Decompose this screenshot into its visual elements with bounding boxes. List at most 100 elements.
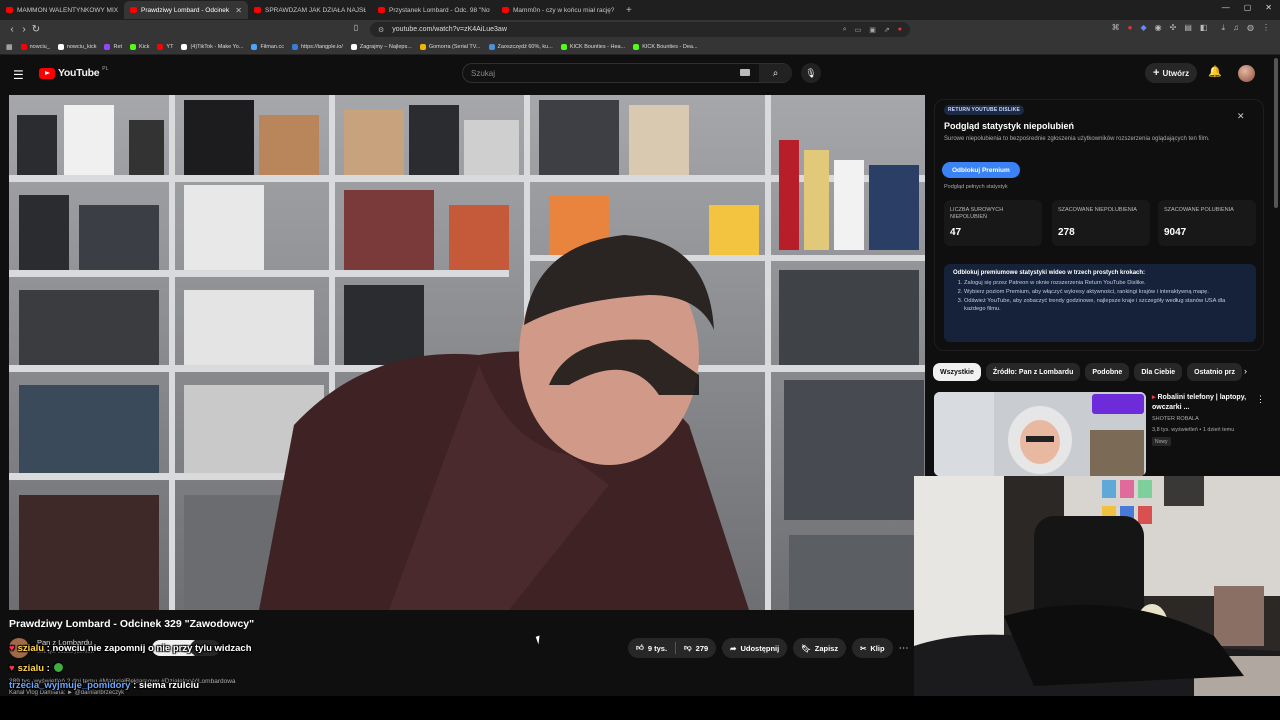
back-icon[interactable]: ‹: [6, 24, 18, 35]
extension-badge-icon[interactable]: ●: [898, 26, 902, 33]
url-text: youtube.com/watch?v=zK4AiLue3aw: [392, 26, 507, 33]
save-button[interactable]: 🔖︎ Zapisz: [793, 638, 847, 658]
extension-icon[interactable]: ●: [1128, 23, 1133, 33]
browser-tab-active[interactable]: Prawdziwy Lombard - Odcinek ✕: [124, 1, 248, 19]
chat-separator: :: [130, 680, 139, 691]
panel-title: Podgląd statystyk niepolubień: [944, 121, 1075, 131]
youtube-logo[interactable]: YouTube PL: [39, 66, 108, 79]
bookmark-item[interactable]: nowciu_kick: [57, 43, 96, 50]
recommended-channel: SHOTER ROBALA: [1152, 416, 1199, 422]
recommended-meta: 3,8 tys. wyświetleń • 1 dzień temu: [1152, 427, 1235, 433]
recommended-thumbnail[interactable]: [934, 392, 1146, 476]
search-input[interactable]: [463, 68, 733, 78]
stat-card: SZACOWANE POLUBIENIA 9047: [1158, 200, 1256, 246]
window-controls: — ▢ ✕: [1222, 3, 1272, 12]
download-icon[interactable]: ⤓: [1221, 23, 1225, 33]
bookmark-item[interactable]: nowciu_: [20, 43, 50, 50]
webcam-illustration: [914, 476, 1280, 696]
chip-recent[interactable]: Ostatnio prz: [1187, 363, 1243, 381]
streamer-webcam-overlay: [914, 476, 1280, 696]
browser-tabbar: MAMMON WALENTYNKOWY MIXTAPE Prawdziwy Lo…: [0, 0, 1280, 20]
minimize-icon[interactable]: —: [1222, 3, 1230, 12]
bookmark-item[interactable]: https://tangple.io/: [291, 43, 343, 50]
chip-for-you[interactable]: Dla Ciebie: [1134, 363, 1183, 381]
browser-tab[interactable]: Przystanek Lombard - Odc. 98 "Nowe: [372, 1, 496, 19]
hamburger-menu-icon[interactable]: ☰: [13, 68, 24, 82]
stat-card: LICZBA SUROWYCH NIEPOLUBIEŃ 47: [944, 200, 1042, 246]
chip-source[interactable]: Źródło: Pan z Lombardu: [985, 363, 1081, 381]
chat-message: ♥ szialu : nowciu nie zapomnij o nie przy…: [9, 643, 252, 654]
close-window-icon[interactable]: ✕: [1265, 3, 1272, 12]
extension-icons: ⌘ ● ◆ ◉ ✣ ▤ ◧ ⤓ ♫ ◍ ⋮: [1112, 23, 1270, 33]
bookmark-item[interactable]: (4)TikTok - Make Yo...: [181, 43, 243, 50]
menu-icon[interactable]: ⋮: [1262, 23, 1270, 33]
bookmark-item[interactable]: KICK Bounties - Dea...: [633, 43, 698, 50]
extension-icon[interactable]: ◧: [1200, 23, 1208, 33]
clip-button[interactable]: ✂ Klip: [852, 638, 893, 658]
account-avatar[interactable]: [1238, 65, 1255, 82]
extension-icon[interactable]: ◉: [1155, 23, 1162, 33]
puzzle-icon[interactable]: ✣: [1170, 23, 1177, 33]
media-icon[interactable]: ♫: [1233, 23, 1239, 33]
close-tab-icon[interactable]: ✕: [235, 6, 242, 15]
omnibox-icons: ⌕ ▭ ▣ ⇗ ●: [843, 22, 902, 37]
bookmark-star-icon[interactable]: ▯: [352, 23, 360, 32]
notifications-bell-icon[interactable]: 🔔: [1208, 65, 1222, 78]
cast-icon[interactable]: ▭: [855, 26, 862, 34]
search-button[interactable]: ⌕: [759, 64, 792, 82]
bookmark-item[interactable]: Filman.cc: [251, 43, 284, 50]
extension-icon[interactable]: ▤: [1184, 23, 1192, 33]
profile-icon[interactable]: ◍: [1247, 23, 1254, 33]
video-player[interactable]: [9, 95, 925, 610]
bookmark-item[interactable]: Gomorra (Serial TV...: [419, 43, 481, 50]
full-stats-link[interactable]: Podgląd pełnych statystyk: [944, 184, 1008, 190]
chip-all[interactable]: Wszystkie: [933, 363, 981, 381]
create-button[interactable]: + Utwórz: [1145, 63, 1198, 83]
bookmark-item[interactable]: Zaoszczędź 60%, ku...: [488, 43, 553, 50]
bookmark-item[interactable]: YT: [157, 43, 173, 50]
voice-search-button[interactable]: 🎙: [801, 63, 821, 83]
apps-icon[interactable]: ▦: [6, 43, 13, 51]
bookmark-icon: [104, 43, 111, 50]
share-button[interactable]: ➦ Udostępnij: [722, 638, 788, 658]
address-bar[interactable]: ⚙ youtube.com/watch?v=zK4AiLue3aw ⌕ ▭ ▣ …: [370, 22, 910, 37]
browser-tab[interactable]: MAMMON WALENTYNKOWY MIXTAPE: [0, 1, 124, 19]
share-arrow-icon: ➦: [730, 643, 737, 653]
new-tab-button[interactable]: +: [620, 5, 638, 16]
share-icon[interactable]: ⇗: [884, 26, 890, 34]
bookmark-icon: [130, 43, 137, 50]
keyboard-icon[interactable]: [740, 69, 750, 76]
more-options-icon[interactable]: ⋮: [1256, 394, 1265, 405]
chip-related[interactable]: Podobne: [1085, 363, 1130, 381]
zoom-icon[interactable]: ⌕: [843, 26, 847, 34]
chevron-right-icon[interactable]: ›: [1244, 366, 1247, 376]
extension-icon[interactable]: ⌘: [1112, 23, 1120, 33]
panel-description: Surowe niepolubienia to bezpośrednie zgł…: [944, 136, 1210, 142]
bookmark-icon: [488, 43, 495, 50]
bookmark-item[interactable]: Zagrajmy – Najleps...: [350, 43, 412, 50]
more-actions-icon[interactable]: ⋯: [899, 638, 909, 658]
extension-icon[interactable]: ◆: [1141, 23, 1147, 33]
thumbs-up-icon: 👍︎: [636, 643, 644, 652]
browser-toolbar: ‹ › ↻ ▯ ⚙ youtube.com/watch?v=zK4AiLue3a…: [0, 20, 1280, 39]
page-scrollbar[interactable]: [1274, 58, 1278, 208]
chat-message: trzecia_wyjmuje_pomidory : siema rzulciu: [9, 680, 200, 691]
like-button[interactable]: 👍︎ 9 tys.: [628, 638, 675, 658]
video-title: Prawdziwy Lombard - Odcinek 329 "Zawodow…: [9, 618, 255, 630]
bookmark-icon: [181, 43, 188, 50]
dislike-button[interactable]: 👎︎ 279: [676, 638, 716, 658]
recommended-video[interactable]: ▸ Robalini telefony | laptopy, owczarki …: [934, 392, 1265, 476]
unlock-premium-button[interactable]: Odblokuj Premium: [942, 162, 1020, 178]
browser-tab[interactable]: SPRAWDZAM JAK DZIAŁA NAJSŁYNNIEJSZY: [248, 1, 372, 19]
site-info-icon[interactable]: ⚙: [378, 26, 384, 34]
screenshot-icon[interactable]: ▣: [869, 26, 876, 34]
browser-tab[interactable]: Mamm0n - czy w końcu miał rację?: [496, 1, 620, 19]
bookmark-item[interactable]: Kick: [130, 43, 149, 50]
reload-icon[interactable]: ↻: [30, 24, 42, 35]
maximize-icon[interactable]: ▢: [1244, 3, 1252, 12]
bookmark-item[interactable]: Ret: [104, 43, 122, 50]
step-item: Wybierz poziom Premium, aby włączyć wykr…: [964, 289, 1247, 297]
bookmark-item[interactable]: KICK Bounties - Hea...: [560, 43, 625, 50]
forward-icon[interactable]: ›: [18, 24, 30, 35]
close-panel-icon[interactable]: ✕: [1237, 111, 1245, 122]
